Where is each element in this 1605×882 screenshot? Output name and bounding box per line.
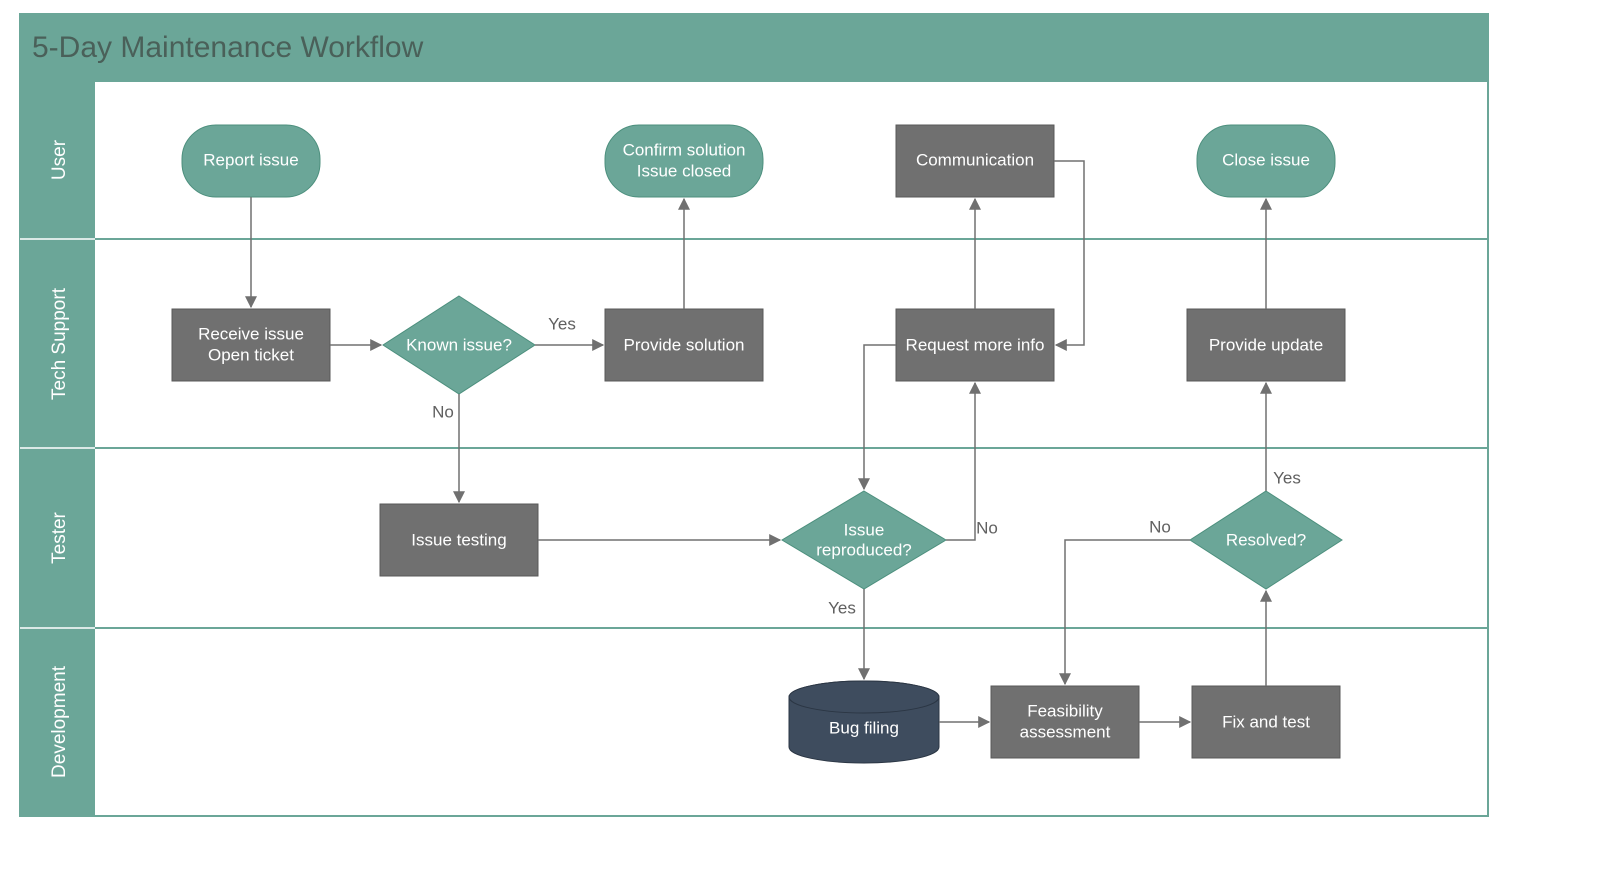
lane-dev-label: Development — [49, 665, 70, 778]
node-communication-label: Communication — [916, 150, 1034, 169]
edge-comm-to-request — [1054, 161, 1084, 345]
node-reproduced-l1: Issue — [844, 520, 885, 539]
node-known-issue-label: Known issue? — [406, 335, 512, 354]
node-report-issue-label: Report issue — [203, 150, 298, 169]
edge-resolved-no — [1065, 540, 1190, 684]
swimlane-diagram: 5-Day Maintenance Workflow User Tech Sup… — [0, 0, 1605, 882]
node-receive-l1: Receive issue — [198, 324, 304, 343]
lane-tech-label: Tech Support — [49, 287, 70, 400]
label-known-yes: Yes — [548, 314, 576, 333]
node-request-info-label: Request more info — [906, 335, 1045, 354]
label-reproduced-no: No — [976, 518, 998, 537]
edge-reproduced-no — [946, 383, 975, 540]
node-fix-test-label: Fix and test — [1222, 712, 1310, 731]
label-reproduced-yes: Yes — [828, 598, 856, 617]
node-close-label: Close issue — [1222, 150, 1310, 169]
label-resolved-yes: Yes — [1273, 468, 1301, 487]
diagram-title: 5-Day Maintenance Workflow — [32, 31, 424, 64]
node-feasibility-l2: assessment — [1020, 722, 1111, 741]
node-feasibility-l1: Feasibility — [1027, 701, 1103, 720]
node-bug-filing-label: Bug filing — [829, 718, 899, 737]
node-reproduced-l2: reproduced? — [816, 540, 911, 559]
lane-tester-label: Tester — [49, 511, 70, 563]
node-issue-testing-label: Issue testing — [411, 530, 506, 549]
node-receive-l2: Open ticket — [208, 345, 294, 364]
node-confirm-l1: Confirm solution — [623, 140, 746, 159]
label-resolved-no: No — [1149, 517, 1171, 536]
node-provide-solution-label: Provide solution — [624, 335, 745, 354]
label-known-no: No — [432, 402, 454, 421]
node-confirm-l2: Issue closed — [637, 161, 732, 180]
edge-request-to-reproduced — [864, 345, 896, 489]
lane-user-label: User — [49, 139, 70, 180]
node-provide-update-label: Provide update — [1209, 335, 1323, 354]
node-resolved-label: Resolved? — [1226, 530, 1306, 549]
